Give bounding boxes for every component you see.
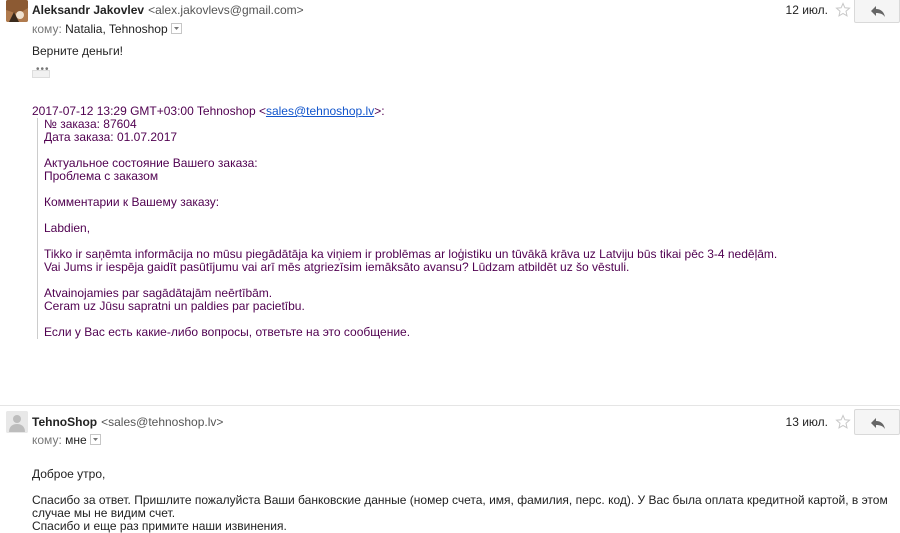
person-avatar-icon xyxy=(6,0,28,22)
reply-arrow-icon xyxy=(871,418,885,429)
quote-line: Ceram uz Jūsu sapratni un paldies par pa… xyxy=(44,299,305,313)
message-body: Доброе утро, Спасибо за ответ. Пришлите … xyxy=(32,468,894,533)
quote-line: Проблема с заказом xyxy=(44,169,159,183)
quote-line: Если у Вас есть какие-либо вопросы, отве… xyxy=(44,325,411,339)
recipients-line: кому: Natalia, Tehnoshop xyxy=(32,22,182,36)
body-line: Спасибо за ответ. Пришлите пожалуйста Ва… xyxy=(32,493,888,520)
sender-name[interactable]: TehnoShop xyxy=(32,415,97,429)
sender-email: <alex.jakovlevs@gmail.com> xyxy=(148,3,304,17)
quote-line: Актуальное состояние Вашего заказа: xyxy=(44,156,258,170)
body-line: Спасибо и еще раз примите наши извинения… xyxy=(32,519,287,533)
to-label: кому: xyxy=(32,433,62,447)
message-1: Aleksandr Jakovlev <alex.jakovlevs@gmail.… xyxy=(0,0,900,400)
chevron-down-icon xyxy=(92,438,98,442)
body-line: Доброе утро, xyxy=(32,467,106,481)
sender-email: <sales@tehnoshop.lv> xyxy=(101,415,224,429)
quote-header: 2017-07-12 13:29 GMT+03:00 Tehnoshop <sa… xyxy=(32,104,385,118)
quote-email-link[interactable]: sales@tehnoshop.lv xyxy=(266,104,374,118)
quote-line: Комментарии к Вашему заказу: xyxy=(44,195,220,209)
message-body: Верните деньги! xyxy=(32,44,124,58)
reply-button[interactable] xyxy=(854,409,900,435)
sender-line: Aleksandr Jakovlev <alex.jakovlevs@gmail.… xyxy=(32,3,304,17)
recipients-line: кому: мне xyxy=(32,433,101,447)
sender-avatar[interactable] xyxy=(6,0,28,22)
star-button[interactable] xyxy=(835,2,851,18)
to-label: кому: xyxy=(32,22,62,36)
sender-avatar[interactable] xyxy=(6,411,28,433)
star-button[interactable] xyxy=(835,414,851,430)
quote-line: Vai Jums ir iespēja gaidīt pasūtījumu va… xyxy=(44,260,630,274)
show-details-button[interactable] xyxy=(89,434,101,446)
show-trimmed-content-button[interactable]: ••• xyxy=(32,64,50,78)
quote-header-prefix: 2017-07-12 13:29 GMT+03:00 Tehnoshop < xyxy=(32,104,266,118)
quote-line: Дата заказа: 01.07.2017 xyxy=(44,130,178,144)
message-date[interactable]: 13 июл. xyxy=(786,415,828,429)
quote-header-suffix: >: xyxy=(374,104,385,118)
to-names: Natalia, Tehnoshop xyxy=(65,22,168,36)
sender-name[interactable]: Aleksandr Jakovlev xyxy=(32,3,144,17)
message-date[interactable]: 12 июл. xyxy=(786,3,828,17)
message-2: TehnoShop <sales@tehnoshop.lv> кому: мне … xyxy=(0,406,900,533)
show-details-button[interactable] xyxy=(170,23,182,35)
person-avatar-icon xyxy=(6,411,28,433)
quoted-text: № заказа: 87604 Дата заказа: 01.07.2017 … xyxy=(37,118,804,339)
reply-arrow-icon xyxy=(871,6,885,17)
quote-line: Labdien, xyxy=(44,221,91,235)
star-outline-icon xyxy=(835,2,851,17)
chevron-down-icon xyxy=(173,27,179,31)
to-names: мне xyxy=(65,433,87,447)
ellipsis-icon: ••• xyxy=(36,64,50,75)
star-outline-icon xyxy=(835,414,851,429)
sender-line: TehnoShop <sales@tehnoshop.lv> xyxy=(32,415,223,429)
reply-button[interactable] xyxy=(854,0,900,23)
